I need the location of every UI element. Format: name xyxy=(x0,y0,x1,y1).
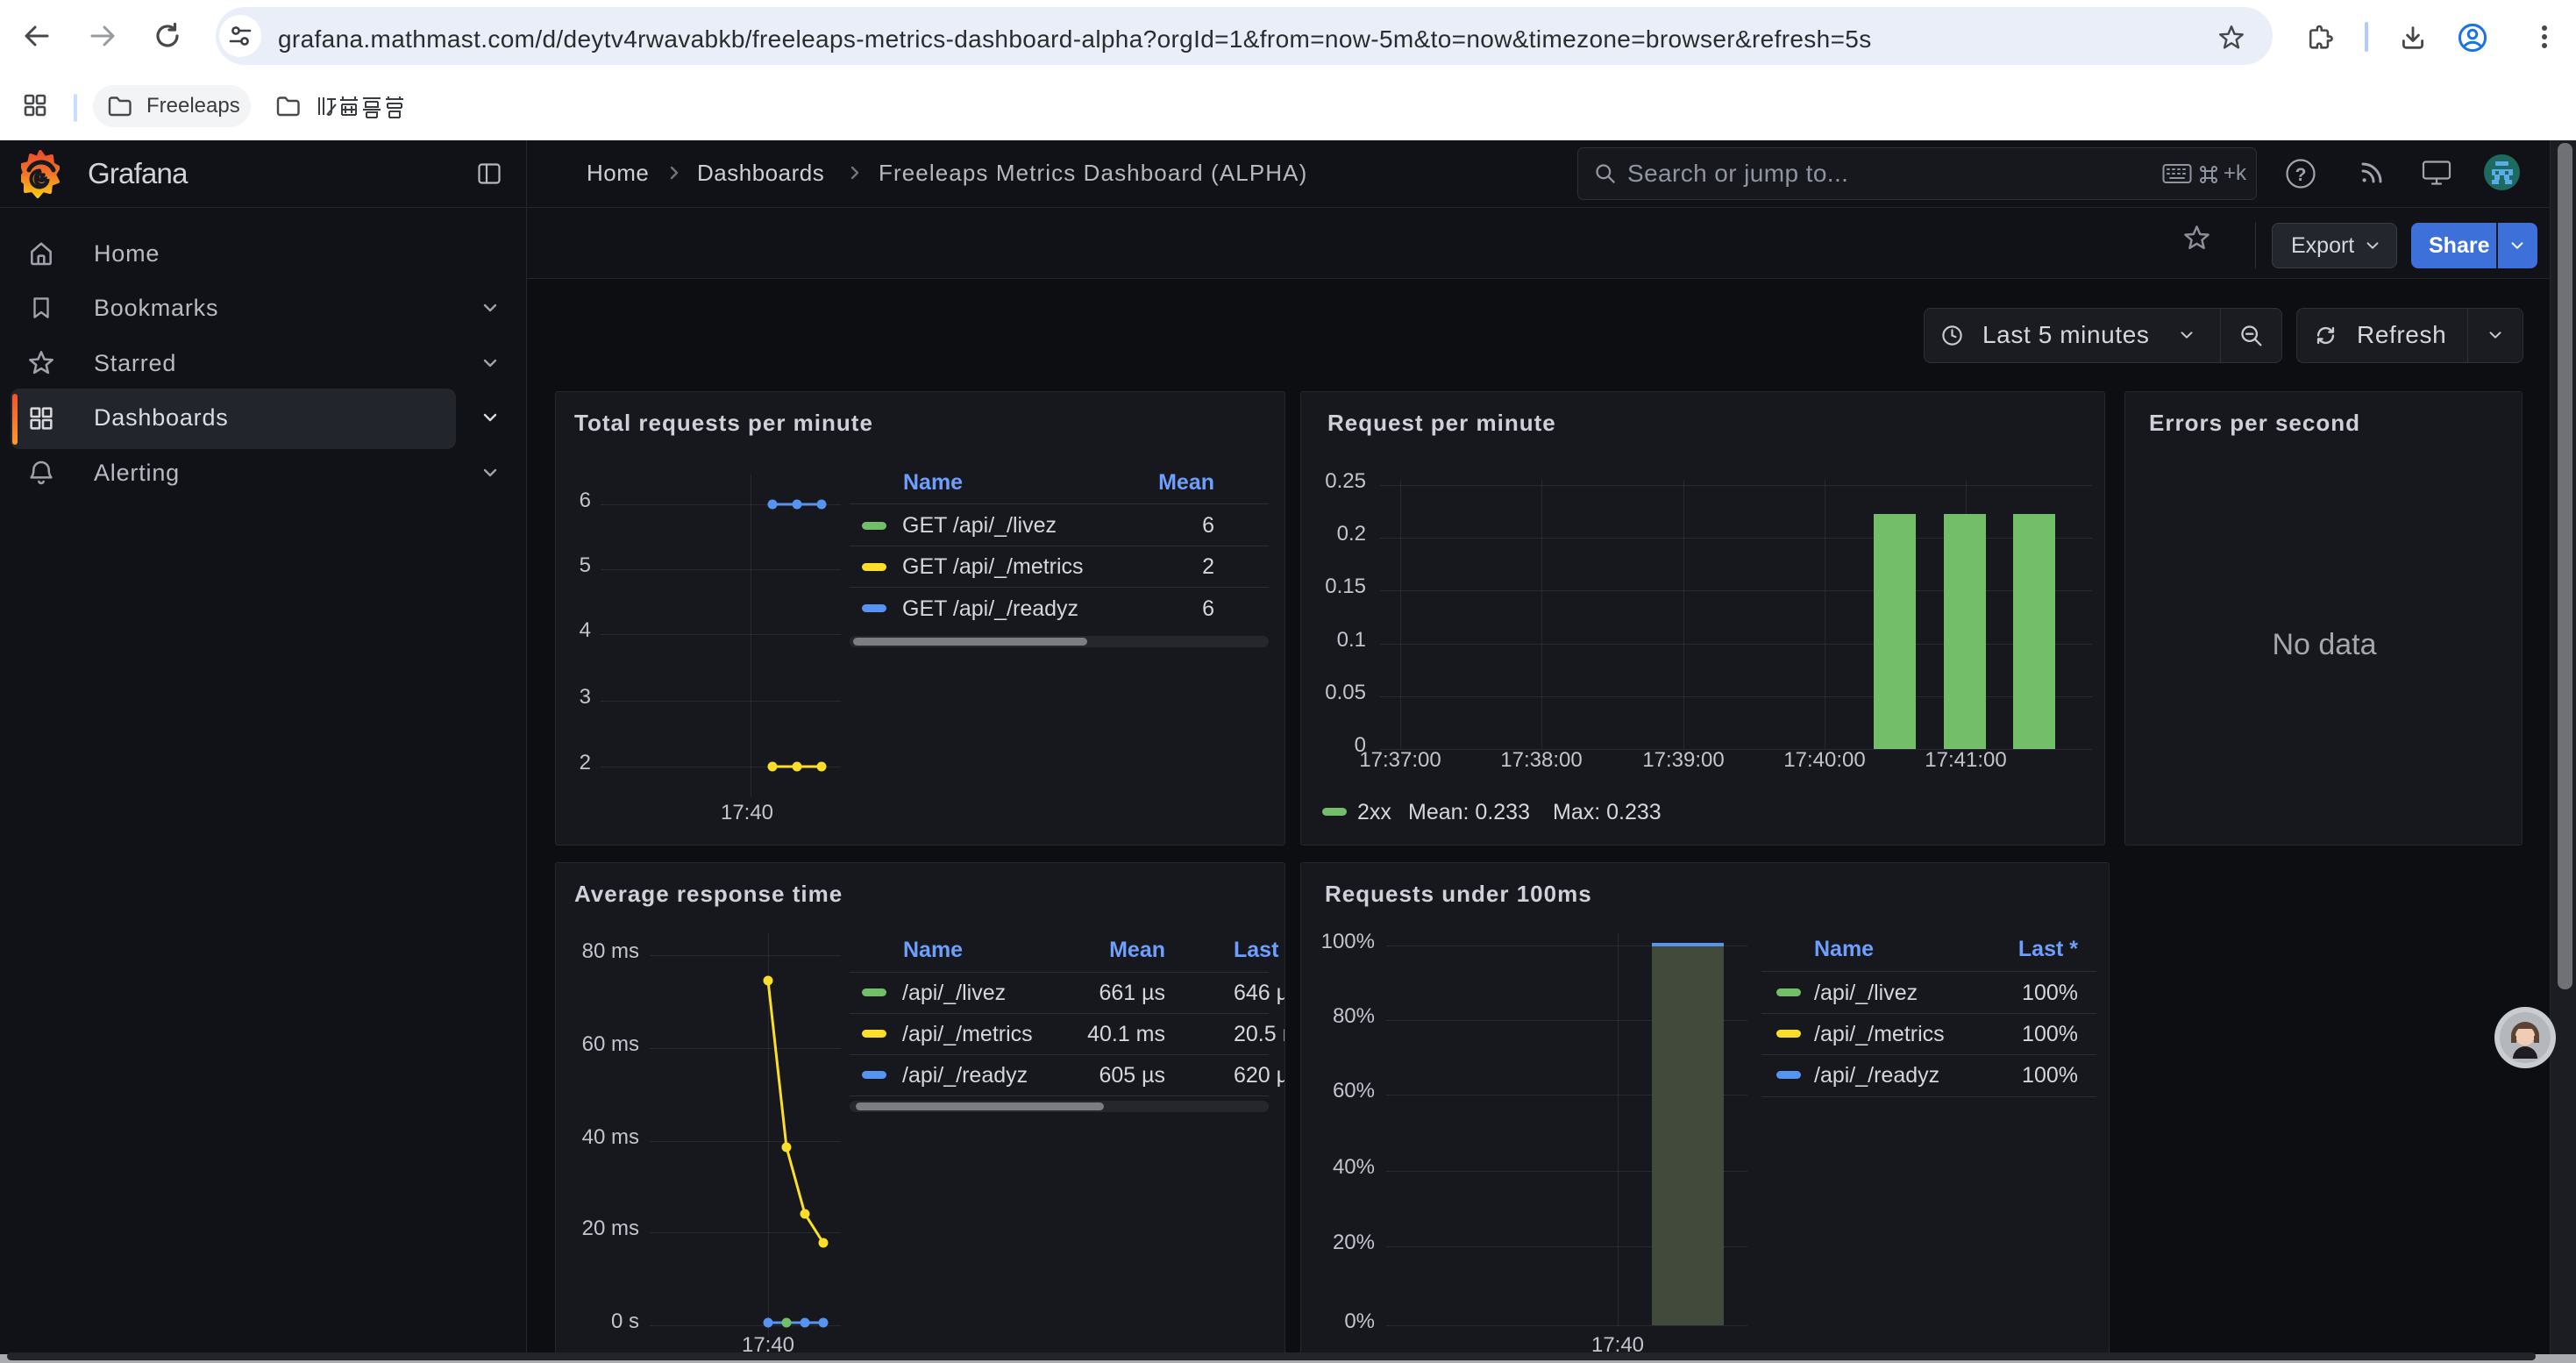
svg-text:?: ? xyxy=(2295,165,2307,185)
